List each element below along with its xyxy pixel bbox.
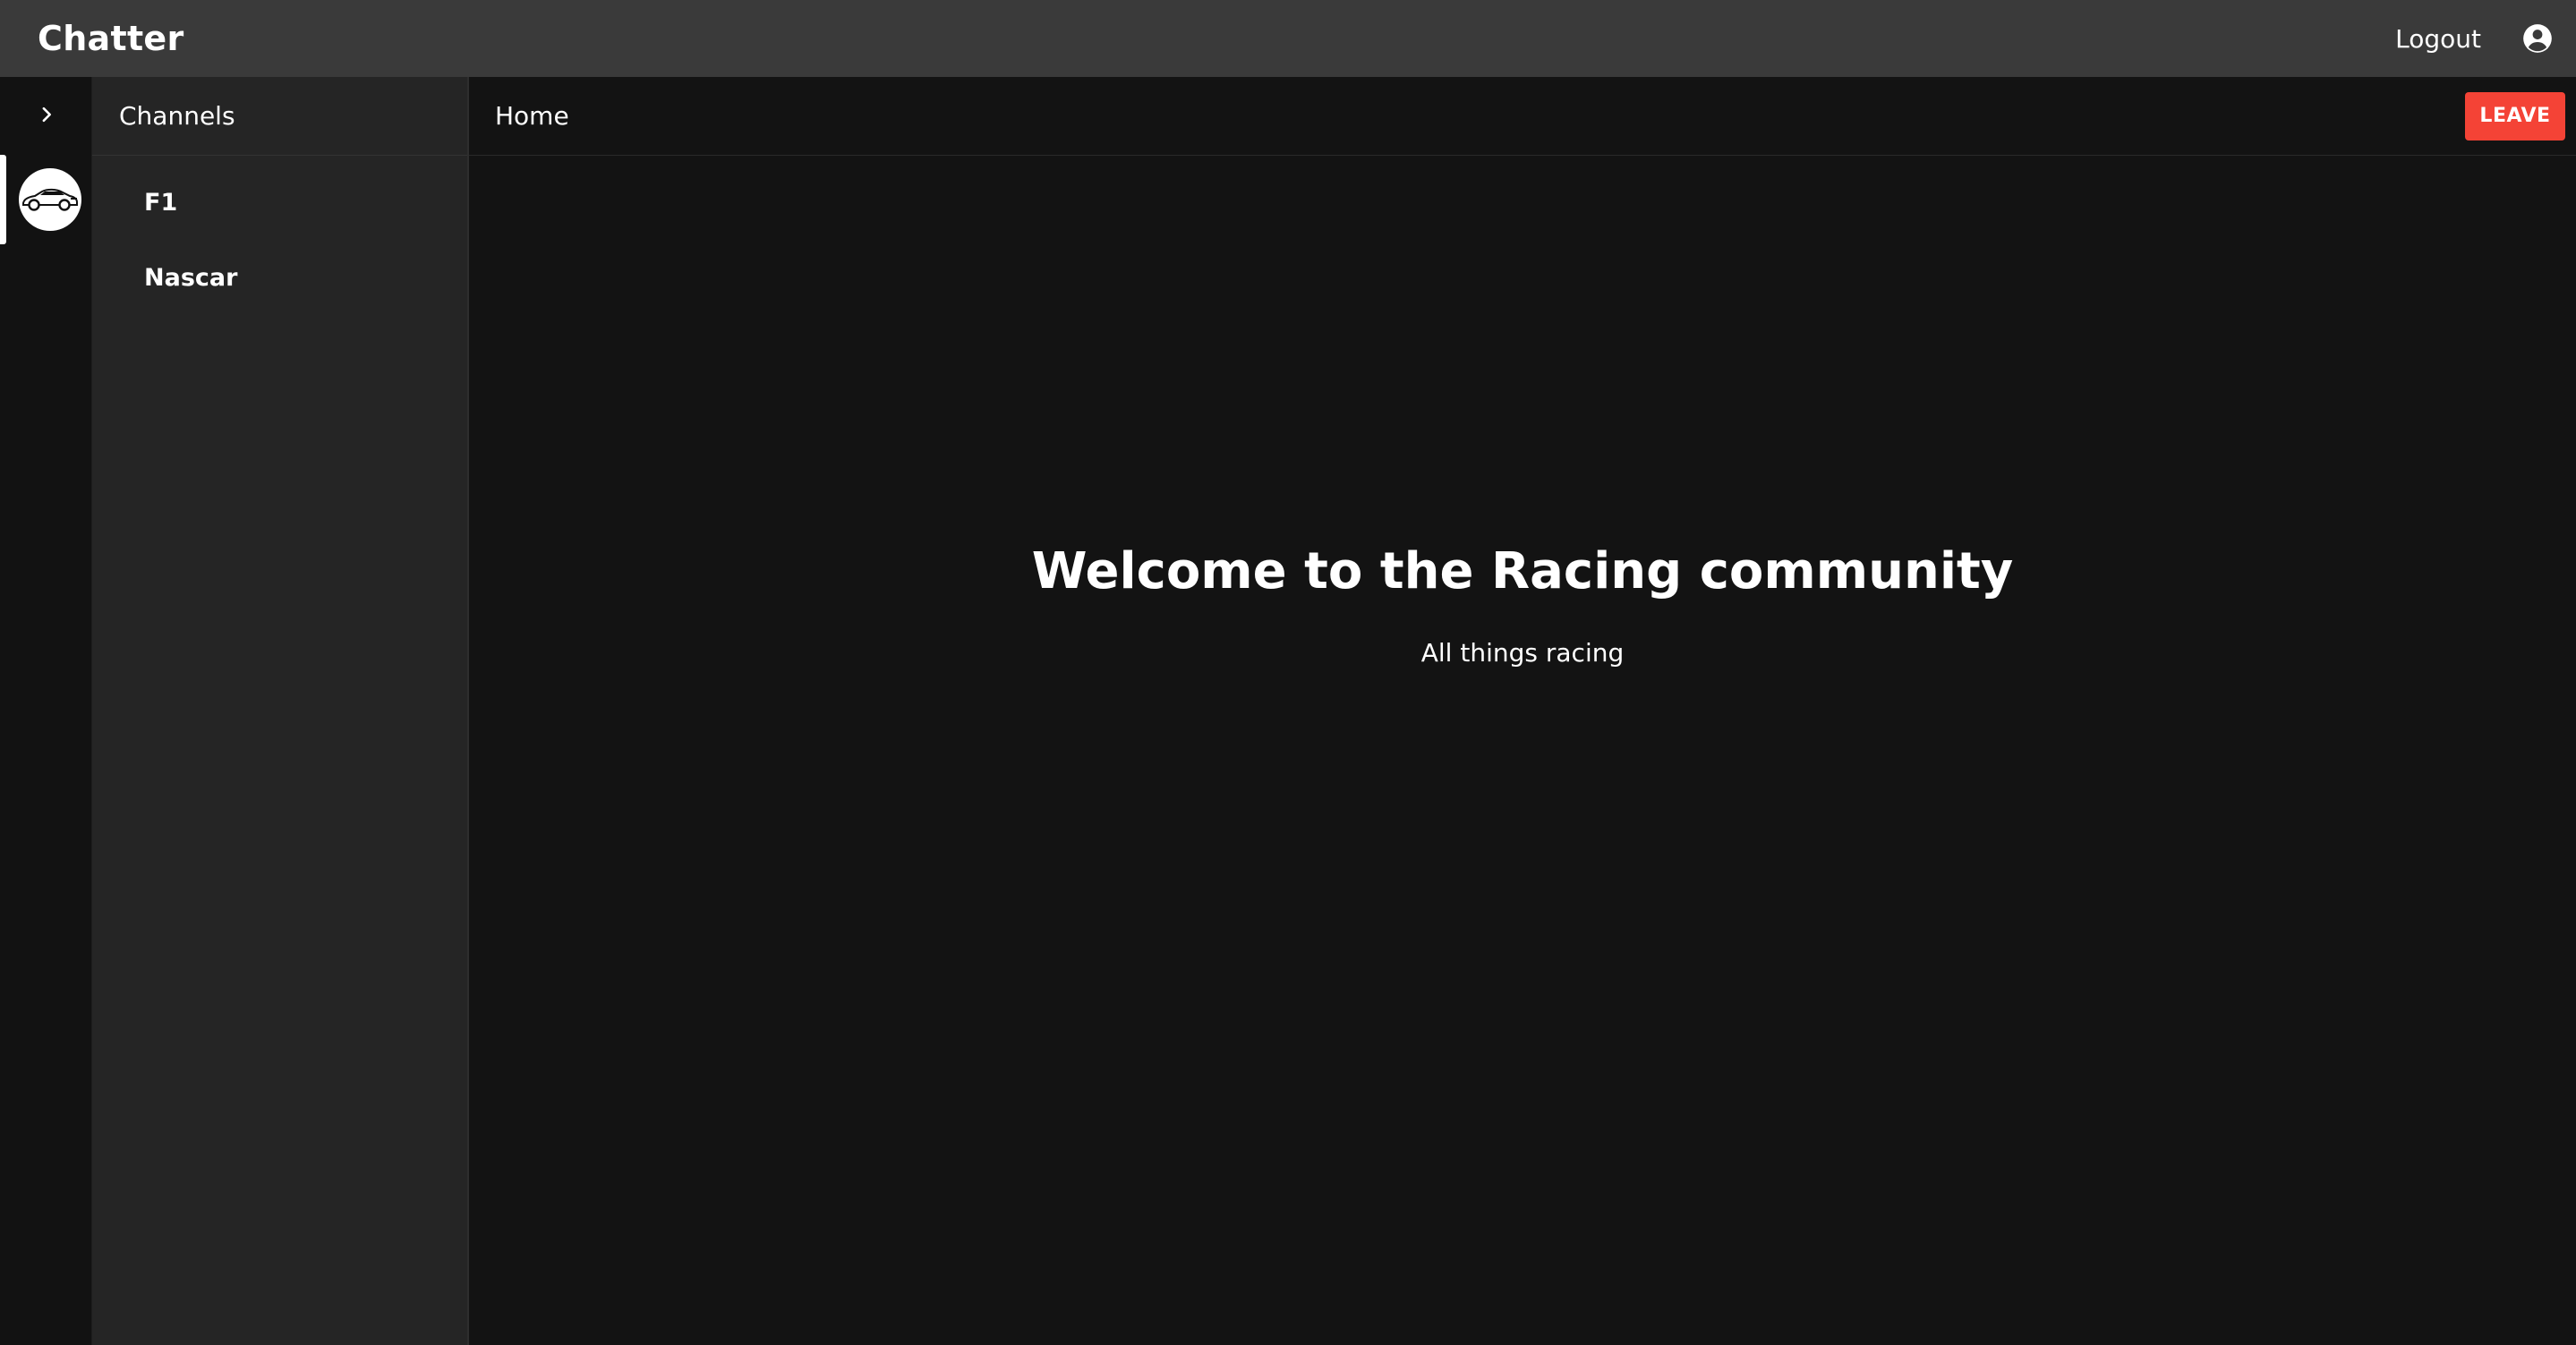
- channel-item-nascar[interactable]: Nascar: [92, 240, 467, 315]
- welcome-title: Welcome to the Racing community: [1031, 542, 2014, 600]
- expand-rail-button[interactable]: [0, 77, 92, 155]
- main-content: Home LEAVE Welcome to the Racing communi…: [469, 77, 2576, 1345]
- race-car-icon: [21, 180, 80, 219]
- community-rail: [0, 77, 92, 1345]
- welcome-section: Welcome to the Racing community All thin…: [469, 542, 2576, 739]
- logout-button[interactable]: Logout: [2395, 24, 2481, 54]
- community-avatar[interactable]: [18, 168, 81, 231]
- breadcrumb[interactable]: Home: [495, 101, 569, 131]
- channel-item-f1[interactable]: F1: [92, 165, 467, 240]
- chevron-right-icon: [37, 105, 56, 128]
- channels-panel: Channels F1 Nascar: [92, 77, 469, 1345]
- top-app-bar: Chatter Logout: [0, 0, 2576, 77]
- account-circle-icon[interactable]: [2521, 21, 2555, 55]
- main-header: Home LEAVE: [469, 77, 2576, 156]
- active-community-indicator: [0, 155, 6, 244]
- topbar-actions: Logout: [2395, 21, 2555, 55]
- channels-heading: Channels: [92, 77, 467, 156]
- leave-button[interactable]: LEAVE: [2465, 91, 2565, 140]
- channel-list: F1 Nascar: [92, 165, 467, 315]
- app-title[interactable]: Chatter: [38, 19, 184, 58]
- community-item-racing[interactable]: [0, 155, 92, 244]
- welcome-subtitle: All things racing: [1420, 638, 1625, 668]
